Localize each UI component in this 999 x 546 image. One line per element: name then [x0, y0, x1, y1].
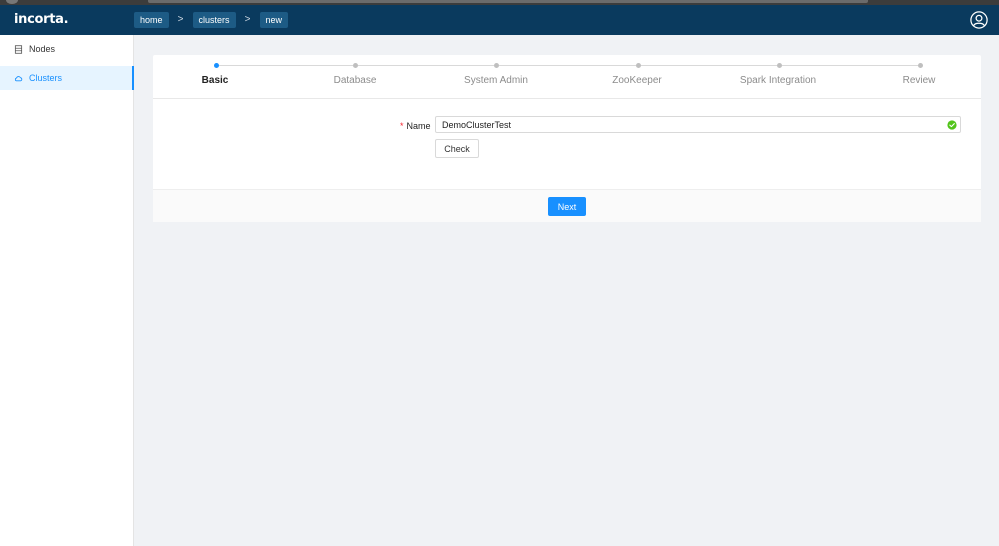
step-review[interactable]: Review [903, 75, 936, 86]
name-input[interactable] [435, 116, 961, 133]
sidebar: Nodes Clusters [0, 35, 134, 546]
step-connector [358, 65, 494, 66]
sidebar-item-label: Nodes [29, 44, 56, 54]
breadcrumb-home[interactable]: home [134, 12, 169, 28]
cloud-icon [14, 75, 23, 81]
step-database[interactable]: Database [334, 75, 377, 86]
wizard-footer: Next [153, 189, 981, 222]
user-avatar-icon[interactable] [970, 11, 988, 29]
chevron-right-icon: > [244, 14, 251, 25]
breadcrumb: home > clusters > new [134, 12, 289, 28]
step-zookeeper[interactable]: ZooKeeper [612, 75, 661, 86]
name-label-text: Name [406, 121, 431, 131]
breadcrumb-clusters[interactable]: clusters [192, 12, 236, 28]
server-icon [14, 44, 23, 54]
sidebar-item-label: Clusters [29, 73, 63, 83]
step-dot-zookeeper [636, 63, 641, 68]
step-dot-review [918, 63, 923, 68]
check-button[interactable]: Check [435, 139, 479, 158]
step-spark-integration[interactable]: Spark Integration [740, 75, 816, 86]
required-mark: * [400, 121, 404, 131]
top-header: incorta. home > clusters > new [0, 5, 999, 35]
check-circle-icon [947, 120, 957, 130]
step-dot-basic [214, 63, 219, 68]
next-button[interactable]: Next [548, 197, 586, 216]
wizard-steps: Basic Database System Admin ZooKeeper Sp… [153, 55, 981, 99]
name-label: * Name [400, 121, 431, 131]
window-control [6, 0, 18, 4]
horizontal-scrollbar[interactable] [148, 0, 868, 3]
step-dot-spark-integration [777, 63, 782, 68]
step-basic[interactable]: Basic [202, 75, 229, 86]
step-connector [499, 65, 636, 66]
breadcrumb-new[interactable]: new [259, 12, 289, 28]
new-cluster-panel: Basic Database System Admin ZooKeeper Sp… [153, 55, 981, 222]
step-dot-database [353, 63, 358, 68]
chevron-right-icon: > [177, 14, 184, 25]
step-connector [641, 65, 777, 66]
step-dot-system-admin [494, 63, 499, 68]
step-connector [782, 65, 918, 66]
sidebar-item-clusters[interactable]: Clusters [0, 66, 134, 90]
sidebar-item-nodes[interactable]: Nodes [0, 37, 134, 61]
incorta-logo: incorta. [14, 12, 69, 27]
step-system-admin[interactable]: System Admin [464, 75, 528, 86]
step-connector [219, 65, 353, 66]
